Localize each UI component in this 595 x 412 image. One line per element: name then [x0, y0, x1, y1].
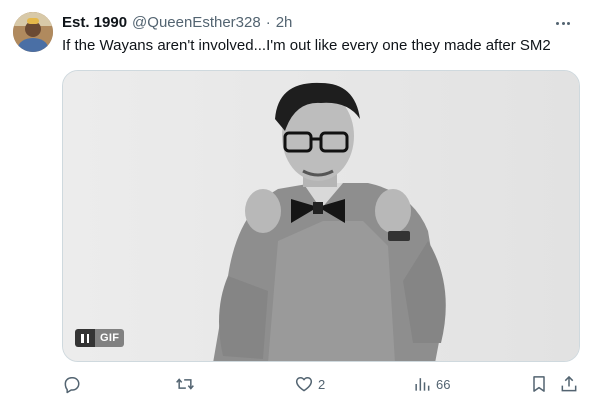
views-count: 66	[436, 376, 451, 392]
action-bar: 2 66	[62, 372, 582, 396]
user-handle[interactable]: @QueenEsther328	[132, 14, 261, 32]
tweet-header: Est. 1990 @QueenEsther328 · 2h	[62, 14, 292, 32]
avatar[interactable]	[13, 12, 53, 52]
avatar-image	[13, 12, 53, 52]
reply-button[interactable]	[62, 372, 86, 396]
retweet-icon	[176, 378, 194, 390]
separator-dot: ·	[265, 14, 271, 31]
views-chart-icon	[415, 378, 430, 391]
reply-icon	[64, 377, 80, 394]
gif-frame	[63, 71, 579, 361]
share-button[interactable]	[559, 372, 579, 396]
retweet-button[interactable]	[175, 372, 199, 396]
bookmark-icon	[533, 376, 545, 392]
like-count: 2	[318, 376, 326, 392]
heart-icon	[295, 377, 313, 392]
share-icon	[561, 375, 577, 392]
gif-badge: GIF	[95, 329, 125, 347]
views-button[interactable]: 66	[412, 372, 450, 396]
pause-icon[interactable]	[75, 329, 95, 347]
more-horizontal-icon[interactable]	[553, 14, 573, 32]
timestamp[interactable]: 2h	[276, 14, 293, 32]
tweet-text: If the Wayans aren't involved...I'm out …	[62, 37, 551, 54]
bookmark-button[interactable]	[529, 372, 549, 396]
display-name[interactable]: Est. 1990	[62, 14, 127, 32]
gif-controls: GIF	[75, 329, 125, 347]
like-button[interactable]: 2	[294, 372, 325, 396]
gif-media[interactable]: GIF	[62, 70, 580, 362]
tweet: Est. 1990 @QueenEsther328 · 2h If the Wa…	[0, 0, 595, 412]
